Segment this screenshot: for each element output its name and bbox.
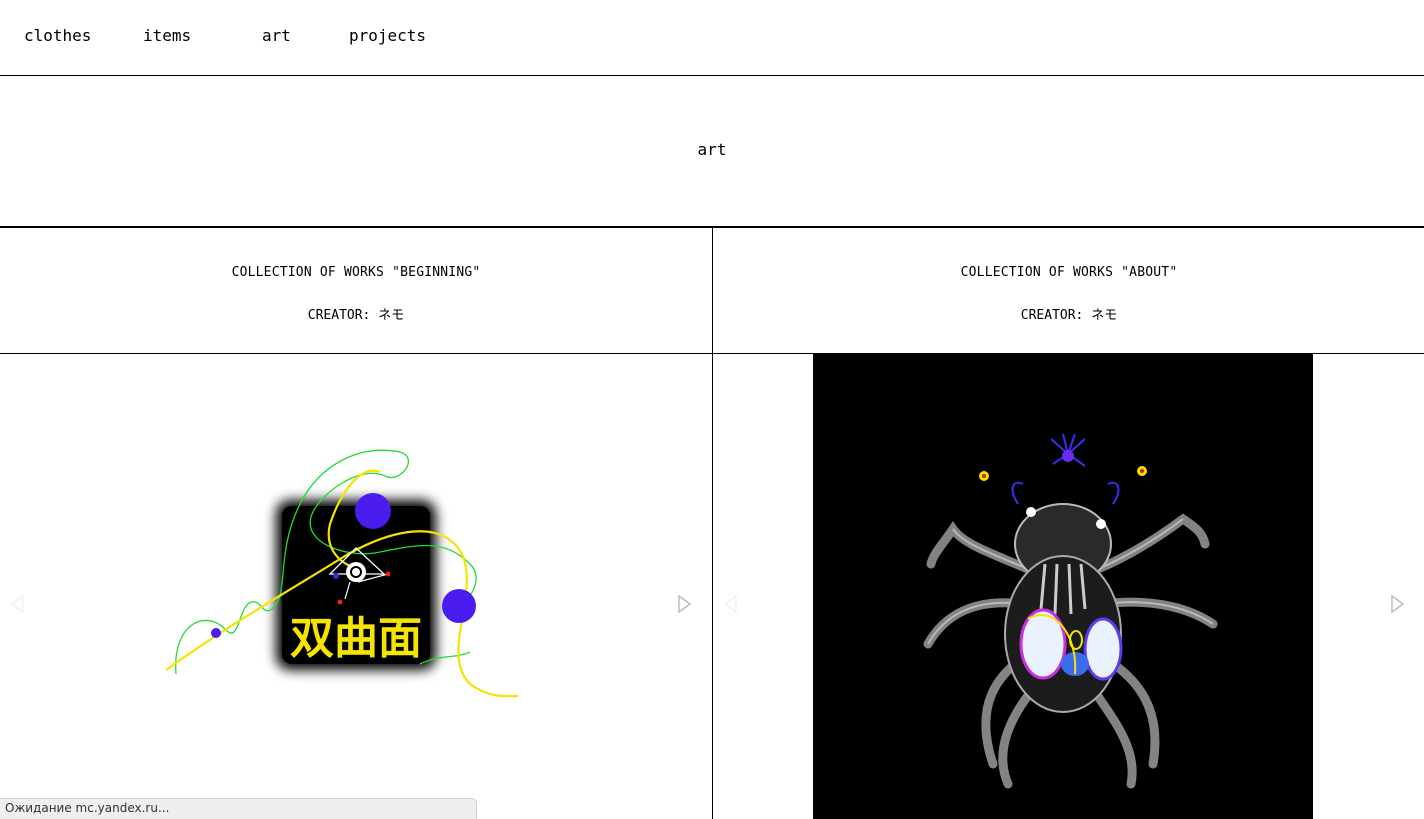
artwork-slider[interactable]: 双曲面 (0, 354, 712, 819)
slider-prev-arrow[interactable] (10, 595, 26, 613)
collection-header: COLLECTION OF WORKS "BEGINNING" CREATOR:… (0, 228, 712, 354)
collection-about: COLLECTION OF WORKS "ABOUT" CREATOR: ネモ (712, 228, 1424, 819)
nav-item-items[interactable]: items (143, 26, 191, 45)
artwork-caption: 双曲面 (290, 613, 422, 664)
collection-header: COLLECTION OF WORKS "ABOUT" CREATOR: ネモ (713, 228, 1424, 354)
nav-item-projects[interactable]: projects (349, 26, 426, 45)
collection-title: COLLECTION OF WORKS "ABOUT" (960, 265, 1178, 280)
nav-item-art[interactable]: art (262, 26, 291, 45)
artwork-spider[interactable] (813, 354, 1313, 819)
top-nav: clothes items art projects (0, 0, 1424, 76)
slider-next-arrow[interactable] (1389, 595, 1405, 613)
browser-status-bar: Ожидание mc.yandex.ru... (0, 798, 477, 819)
artwork-slider[interactable] (713, 354, 1424, 819)
section-header: art (0, 76, 1424, 228)
collection-title: COLLECTION OF WORKS "BEGINNING" (231, 265, 481, 280)
nav-item-clothes[interactable]: clothes (24, 26, 91, 45)
violet-circle (355, 493, 391, 529)
collection-creator: CREATOR: ネモ (307, 308, 405, 323)
slider-next-arrow[interactable] (676, 595, 692, 613)
violet-circle (442, 589, 476, 623)
slider-prev-arrow[interactable] (723, 595, 739, 613)
artwork-hyperboloid[interactable]: 双曲面 (0, 354, 712, 819)
collection-creator: CREATOR: ネモ (1020, 308, 1118, 323)
page-title: art (697, 140, 727, 159)
collection-beginning: COLLECTION OF WORKS "BEGINNING" CREATOR:… (0, 228, 712, 819)
